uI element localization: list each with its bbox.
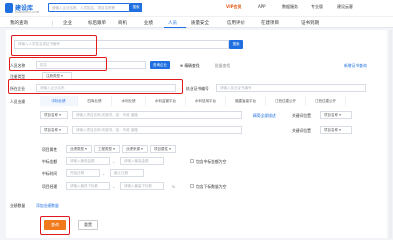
query-enterprise-button[interactable]: 查询企业 — [150, 61, 170, 69]
person-search-button[interactable]: 搜索 — [229, 40, 243, 49]
project-attr-label: 项目属性 — [42, 147, 58, 152]
keyword-position-value-2: 项目名称 — [324, 128, 338, 132]
project-manager-label: 项目经理 — [42, 184, 58, 189]
exact-search-option[interactable]: ⊕ 精确查找 — [180, 63, 200, 69]
tab-bid-performance[interactable]: 中标业绩 — [40, 96, 78, 106]
cert-number-label: 执业证书编号 — [186, 86, 209, 91]
empty-amount-label: 包含中标金额为空 — [196, 159, 227, 164]
nav-credit[interactable]: 信用评价 — [227, 20, 245, 26]
top-bar: 建设库 JIANSHEKU.COM 请输入企业名称、人员姓名、项目名称等 搜索 … — [0, 0, 393, 16]
user-link[interactable]: 建设云客 — [337, 4, 353, 10]
refresh-icon[interactable]: ↻ — [172, 184, 175, 189]
nav-quality[interactable]: 质量安全 — [191, 20, 209, 26]
min-amount-input[interactable]: 请输入最低金额 — [66, 157, 110, 165]
reset-button[interactable]: 重置 — [78, 220, 98, 230]
min-count-input[interactable]: 请输入最低下标数 — [66, 182, 110, 190]
tab-water-credit[interactable]: 水利信用平台 — [186, 96, 226, 106]
nav-enterprise[interactable]: 企业 — [63, 20, 72, 26]
project-attr-value: 项目属性 — [154, 147, 168, 151]
project-keyword-input-2[interactable]: 请输入项目名称/关键词，如：市政 道路 — [72, 126, 242, 134]
site-logo[interactable]: 建设库 JIANSHEKU.COM — [5, 2, 41, 14]
highlight-box-company — [8, 79, 183, 94]
main-nav: 我的查询 企业 标后跟单 商机 业绩 人员 质量安全 信用评价 在建项目 证书到… — [0, 16, 393, 28]
data-service-link[interactable]: 数据服务 — [282, 4, 298, 10]
global-search-button[interactable]: 搜索 — [130, 3, 142, 12]
perf-type-select[interactable]: 业绩类型 ▾ — [66, 145, 92, 153]
exact-search-label: 精确查找 — [184, 63, 200, 68]
perf-count-label: 业绩数量 — [10, 203, 26, 208]
tab-fujian-platform[interactable]: 福建省级平台 — [226, 96, 266, 106]
project-type-select[interactable]: 工程类型 ▾ — [94, 145, 120, 153]
empty-amount-checkbox[interactable] — [190, 159, 194, 163]
nav-cert-expiry[interactable]: 证书到期 — [301, 20, 319, 26]
max-count-input[interactable]: 请输入最高下标数 — [120, 182, 164, 190]
start-date-input[interactable]: 开始日期 — [66, 169, 100, 177]
nav-bid-follow[interactable]: 标后跟单 — [88, 20, 106, 26]
project-field-value-2: 项目名称 — [44, 128, 58, 132]
bid-date-label: 中标时间 — [42, 171, 58, 176]
keyword-position-select-1[interactable]: 项目名称 ▾ — [320, 111, 352, 119]
max-amount-input[interactable]: 请输入最高金额 — [120, 157, 164, 165]
perf-source-select[interactable]: 业绩来源 ▾ — [122, 145, 148, 153]
register-type-value: 注册类型 — [46, 74, 60, 78]
logo-subtitle: JIANSHEKU.COM — [15, 10, 40, 14]
tab-jiangxi-public-1[interactable]: 江西住建公开 — [266, 96, 306, 106]
project-field-select-2[interactable]: 项目名称 ▾ — [40, 126, 68, 134]
keyword-position-label-1: 关键词位置 — [292, 113, 311, 118]
tab-water-supervision[interactable]: 水利监管平台 — [146, 96, 186, 106]
nav-personnel[interactable]: 人员 — [168, 20, 177, 26]
keyword-position-select-2[interactable]: 项目名称 ▾ — [320, 126, 352, 134]
highlight-box-query — [40, 216, 70, 235]
empty-count-label: 包含下标数量为空 — [196, 184, 227, 189]
end-date-input[interactable]: 截止日期 — [110, 169, 144, 177]
nav-divider — [52, 21, 53, 26]
cert-number-input[interactable]: 请输入执业证书编号 — [216, 84, 366, 92]
keyword-position-value-1: 项目名称 — [324, 113, 338, 117]
highlight-box-name — [9, 57, 107, 71]
keyword-position-label-2: 关键词位置 — [292, 128, 311, 133]
nav-performance[interactable]: 业绩 — [144, 20, 153, 26]
batch-search-option[interactable]: 批量查找 — [215, 63, 230, 69]
project-field-select-1[interactable]: 项目名称 ▾ — [40, 111, 68, 119]
highlight-box-search — [11, 35, 97, 56]
perf-source-value: 业绩来源 — [126, 147, 140, 151]
project-keyword-input-1[interactable]: 请输入项目名称/关键词，如：市政 道路 — [72, 111, 242, 119]
app-link[interactable]: APP — [258, 4, 266, 9]
bid-amount-label: 中标金额 — [42, 159, 58, 164]
global-search-input[interactable]: 请输入企业名称、人员姓名、项目名称等 — [48, 3, 130, 12]
perf-type-value: 业绩类型 — [70, 147, 84, 151]
nav-my-query[interactable]: 我的查询 — [10, 20, 28, 26]
tab-water-performance[interactable]: 水利业绩 — [112, 96, 146, 106]
project-field-value-1: 项目名称 — [44, 113, 58, 117]
performance-tabs-label: 人员业绩 — [10, 99, 26, 104]
vip-link[interactable]: VIP会员 — [226, 4, 242, 10]
empty-count-checkbox[interactable] — [190, 184, 194, 188]
scrollbar[interactable] — [389, 30, 392, 238]
enterprise-link[interactable]: 专业版 — [311, 4, 323, 10]
project-attr-select[interactable]: 项目属性 ▾ — [150, 145, 176, 153]
add-cert-query-link[interactable]: 新增证书查询 — [344, 63, 367, 69]
tab-siku-performance[interactable]: 四库业绩 — [78, 96, 112, 106]
project-type-value: 工程类型 — [98, 147, 112, 151]
nav-active-indicator — [164, 27, 186, 28]
amount-range-dash: - — [113, 159, 115, 164]
date-range-dash: - — [103, 171, 105, 176]
simplify-all-link[interactable]: 精简全部描述 — [253, 113, 276, 119]
logo-mark-icon — [5, 3, 13, 13]
add-perf-count-link[interactable]: 添加业绩数量 — [36, 203, 59, 209]
count-range-dash: - — [113, 184, 115, 189]
nav-in-progress[interactable]: 在建项目 — [261, 20, 279, 26]
tab-jiangxi-public-2[interactable]: 江西住建公开 — [306, 96, 346, 106]
nav-business[interactable]: 商机 — [118, 20, 127, 26]
